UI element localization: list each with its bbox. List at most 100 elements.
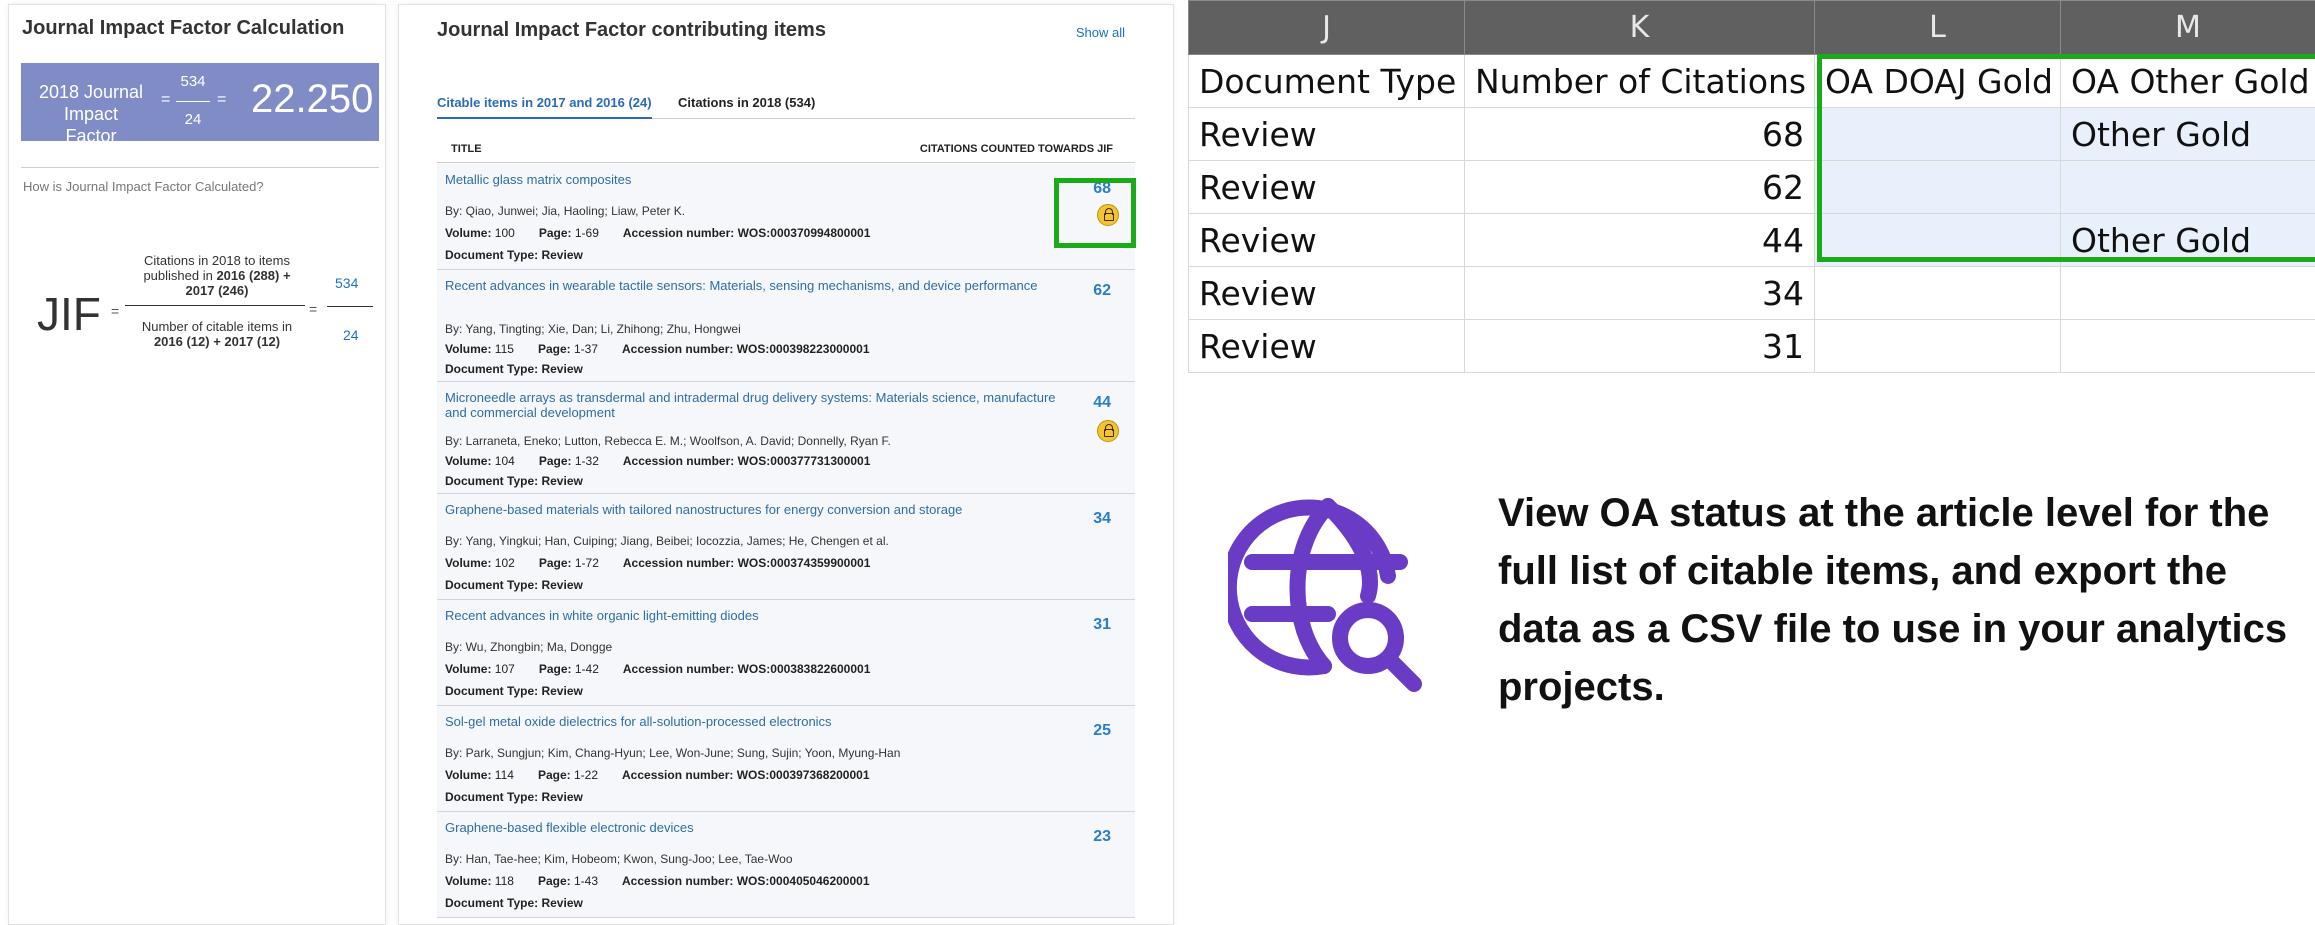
formula-denominator-text: Number of citable items in [141, 319, 293, 334]
volume-label: Volume: [445, 874, 492, 888]
page-label: Page: [538, 454, 572, 468]
formula-fraction-line [125, 305, 305, 306]
sheet-cell[interactable]: 44 [1464, 213, 1815, 267]
jif-summary-box: 2018 Journal Impact Factor = 534 24 = 22… [21, 63, 379, 146]
jif-denominator: 24 [184, 111, 202, 128]
column-letter[interactable]: K [1464, 0, 1815, 55]
item-meta: Volume: 100 Page: 1-69 Accession number: W… [445, 226, 870, 240]
sheet-cell[interactable] [1814, 266, 2061, 320]
header-cell[interactable]: Number of Citations [1464, 54, 1815, 108]
item-volume: 100 [494, 226, 515, 240]
item-authors: By: Wu, Zhongbin; Ma, Dongge [445, 640, 613, 654]
volume-label: Volume: [445, 556, 492, 570]
doc-type-value: Review [541, 684, 583, 698]
item-citations[interactable]: 34 [1093, 510, 1111, 528]
doc-type-label: Document Type: [445, 790, 539, 804]
item-authors: By: Han, Tae-hee; Kim, Hobeom; Kwon, Sun… [445, 852, 793, 866]
sheet-cell[interactable]: 62 [1464, 160, 1815, 214]
column-header-title: TITLE [451, 143, 482, 155]
accession-label: Accession number: [622, 874, 734, 888]
doc-type-value: Review [541, 790, 583, 804]
accession-label: Accession number: [622, 556, 735, 570]
item-title-link[interactable]: Graphene-based materials with tailored n… [445, 502, 1065, 517]
table-row: Graphene-based flexible electronic devic… [437, 812, 1135, 918]
sheet-row: Review 34 [1188, 266, 2315, 320]
item-citations[interactable]: 25 [1093, 722, 1111, 740]
show-all-link[interactable]: Show all [1076, 25, 1125, 40]
accession-label: Accession number: [622, 662, 735, 676]
sheet-cell[interactable]: Review [1188, 107, 1465, 161]
page-label: Page: [538, 662, 572, 676]
accession-label: Accession number: [622, 768, 734, 782]
doc-type-value: Review [541, 362, 583, 376]
oa-highlight-box [1054, 178, 1136, 248]
tab-citable-items[interactable]: Citable items in 2017 and 2016 (24) [437, 95, 652, 119]
header-cell[interactable]: Document Type [1188, 54, 1465, 108]
item-citations[interactable]: 44 [1093, 394, 1111, 412]
item-title-link[interactable]: Recent advances in wearable tactile sens… [445, 278, 1065, 293]
item-page: 1-37 [573, 342, 598, 356]
item-accession: WOS:000374359900001 [737, 556, 871, 570]
sheet-cell[interactable] [1814, 319, 2061, 373]
sheet-cell[interactable]: Review [1188, 160, 1465, 214]
how-calculated-link[interactable]: How is Journal Impact Factor Calculated? [23, 179, 264, 194]
volume-label: Volume: [445, 226, 492, 240]
column-letter[interactable]: L [1814, 0, 2061, 55]
sheet-cell[interactable]: 31 [1464, 319, 1815, 373]
sheet-cell[interactable] [2060, 319, 2315, 373]
item-volume: 104 [494, 454, 515, 468]
item-accession: WOS:000397368200001 [736, 768, 870, 782]
promo-text: View OA status at the article level for … [1498, 491, 2288, 709]
item-title-link[interactable]: Recent advances in white organic light-e… [445, 608, 1065, 623]
jif-panel-title: Journal Impact Factor Calculation [22, 17, 345, 39]
sheet-cell[interactable]: 34 [1464, 266, 1815, 320]
item-doc-type: Document Type: Review [445, 474, 583, 488]
formula-denominator-bold: 2016 (12) + 2017 (12) [153, 334, 281, 349]
item-volume: 107 [494, 662, 515, 676]
sheet-cell[interactable]: 68 [1464, 107, 1815, 161]
page-label: Page: [537, 768, 571, 782]
item-citations[interactable]: 62 [1093, 282, 1111, 300]
item-volume: 114 [494, 768, 514, 782]
tab-citations[interactable]: Citations in 2018 (534) [678, 95, 815, 110]
doc-type-value: Review [541, 248, 583, 262]
item-citations[interactable]: 31 [1093, 616, 1111, 634]
items-list: Metallic glass matrix composites By: Qiao… [437, 164, 1135, 918]
volume-label: Volume: [445, 662, 492, 676]
jif-numerator: 534 [180, 73, 206, 90]
doc-type-label: Document Type: [445, 578, 539, 592]
sheet-cell[interactable]: Review [1188, 213, 1465, 267]
item-title-link[interactable]: Metallic glass matrix composites [445, 172, 1065, 187]
items-tabs: Citable items in 2017 and 2016 (24) Cita… [437, 95, 1135, 119]
jif-formula: JIF = Citations in 2018 to items publish… [27, 251, 387, 361]
formula-result-numerator[interactable]: 534 [335, 275, 358, 291]
contributing-items-panel: Journal Impact Factor contributing items… [398, 4, 1174, 925]
sheet-cell[interactable]: Review [1188, 319, 1465, 373]
doc-type-value: Review [541, 474, 583, 488]
item-volume: 118 [494, 874, 514, 888]
sheet-cell[interactable]: Review [1188, 266, 1465, 320]
item-doc-type: Document Type: Review [445, 248, 583, 262]
item-accession: WOS:000377731300001 [737, 454, 871, 468]
item-title-link[interactable]: Microneedle arrays as transdermal and in… [445, 390, 1065, 420]
column-letter[interactable]: M [2060, 0, 2315, 55]
table-row: Sol-gel metal oxide dielectrics for all-… [437, 706, 1135, 812]
item-title-link[interactable]: Sol-gel metal oxide dielectrics for all-… [445, 714, 1065, 729]
table-row: Microneedle arrays as transdermal and in… [437, 382, 1135, 494]
item-citations[interactable]: 23 [1093, 828, 1111, 846]
divider [21, 167, 379, 168]
item-title-link[interactable]: Graphene-based flexible electronic devic… [445, 820, 1065, 835]
item-meta: Volume: 102 Page: 1-72 Accession number: W… [445, 556, 870, 570]
table-row: Metallic glass matrix composites By: Qiao… [437, 164, 1135, 270]
item-doc-type: Document Type: Review [445, 790, 583, 804]
column-letter[interactable]: J [1188, 0, 1465, 55]
item-accession: WOS:000398223000001 [736, 342, 870, 356]
sheet-cell[interactable] [2060, 266, 2315, 320]
formula-result-denominator[interactable]: 24 [343, 327, 359, 343]
item-accession: WOS:000405046200001 [736, 874, 870, 888]
formula-result-line [327, 306, 373, 307]
table-row: Recent advances in wearable tactile sens… [437, 270, 1135, 382]
item-page: 1-72 [574, 556, 599, 570]
equals-sign: = [161, 91, 171, 108]
open-access-lock-icon[interactable] [1097, 420, 1119, 442]
